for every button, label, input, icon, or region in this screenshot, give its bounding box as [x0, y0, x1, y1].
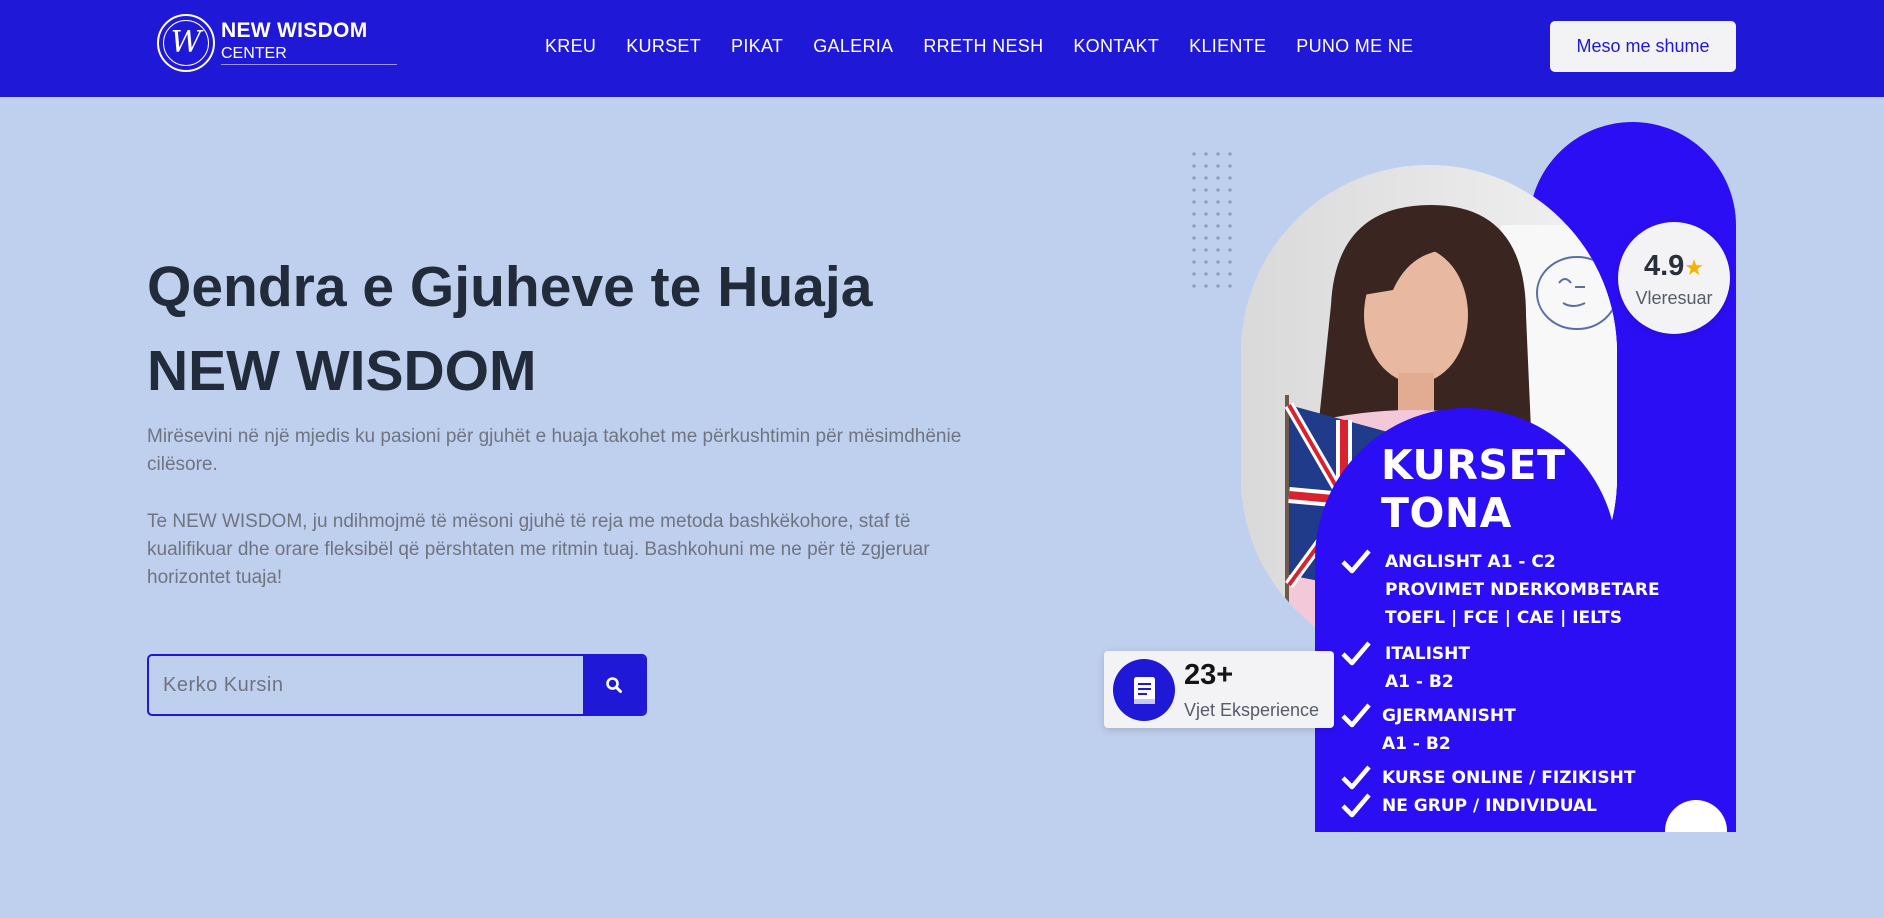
logo-mark-letter: W — [170, 25, 202, 60]
rating-value-row: 4.9★ — [1618, 250, 1730, 283]
nav-menu: KREU KURSET PIKAT GALERIA RRETH NESH KON… — [545, 36, 1413, 57]
search-input[interactable] — [149, 656, 583, 714]
experience-icon-wrap — [1113, 659, 1175, 721]
section-background-strip — [1240, 832, 1760, 918]
nav-item-pikat[interactable]: PIKAT — [731, 36, 783, 57]
course-item-text: NE GRUP / INDIVIDUAL — [1382, 796, 1597, 816]
hero-title-line2: NEW WISDOM — [147, 339, 537, 403]
nav-item-kontakt[interactable]: KONTAKT — [1073, 36, 1159, 57]
nav-item-kurset[interactable]: KURSET — [626, 36, 701, 57]
course-item-text: ITALISHT A1 - B2 — [1385, 644, 1470, 692]
logo-subtitle: CENTER — [221, 45, 397, 65]
search-icon — [606, 677, 622, 693]
navbar: W NEW WISDOM CENTER KREU KURSET PIKAT GA… — [0, 0, 1884, 97]
hero-paragraph-2: Te NEW WISDOM, ju ndihmojmë të mësoni gj… — [147, 511, 930, 588]
course-search — [147, 654, 647, 716]
book-icon — [1134, 677, 1155, 704]
rating-badge: 4.9★ Vleresuar — [1618, 222, 1730, 334]
check-icon — [1341, 703, 1371, 728]
rating-label: Vleresuar — [1635, 288, 1713, 308]
hero-title: Qendra e Gjuheve te Huaja NEW WISDOM — [147, 245, 872, 413]
courses-title: KURSET TONA — [1381, 441, 1565, 537]
course-item-text: ANGLISHT A1 - C2 PROVIMET NDERKOMBETARE … — [1385, 552, 1660, 628]
experience-card: 23+ Vjet Eksperience — [1104, 651, 1334, 728]
logo-name: NEW WISDOM — [221, 19, 368, 42]
check-icon — [1341, 765, 1371, 790]
course-item-text: GJERMANISHT A1 - B2 — [1382, 706, 1516, 754]
nav-item-rreth-nesh[interactable]: RRETH NESH — [923, 36, 1043, 57]
check-icon — [1341, 793, 1371, 818]
courses-title-line1: KURSET — [1381, 441, 1566, 489]
check-icon — [1341, 641, 1371, 666]
nav-item-kreu[interactable]: KREU — [545, 36, 596, 57]
rating-value: 4.9 — [1643, 250, 1685, 282]
hero-title-line1: Qendra e Gjuheve te Huaja — [147, 255, 873, 319]
nav-item-kliente[interactable]: KLIENTE — [1189, 36, 1266, 57]
check-icon — [1341, 549, 1371, 574]
course-item-text: KURSE ONLINE / FIZIKISHT — [1382, 768, 1636, 788]
star-icon: ★ — [1684, 255, 1705, 280]
experience-label: Vjet Eksperience — [1184, 700, 1320, 720]
logo-mark: W — [157, 14, 215, 72]
search-button[interactable] — [583, 656, 645, 714]
decorative-dots — [1188, 148, 1236, 290]
nav-item-galeria[interactable]: GALERIA — [813, 36, 893, 57]
courses-title-line2: TONA — [1381, 489, 1512, 537]
hero-paragraph-1: Mirësevini në një mjedis ku pasioni për … — [147, 426, 962, 475]
learn-more-button[interactable]: Meso me shume — [1550, 21, 1736, 72]
logo[interactable]: W NEW WISDOM CENTER — [157, 14, 397, 76]
experience-number: 23+ — [1184, 659, 1234, 691]
nav-item-puno-me-ne[interactable]: PUNO ME NE — [1296, 36, 1413, 57]
